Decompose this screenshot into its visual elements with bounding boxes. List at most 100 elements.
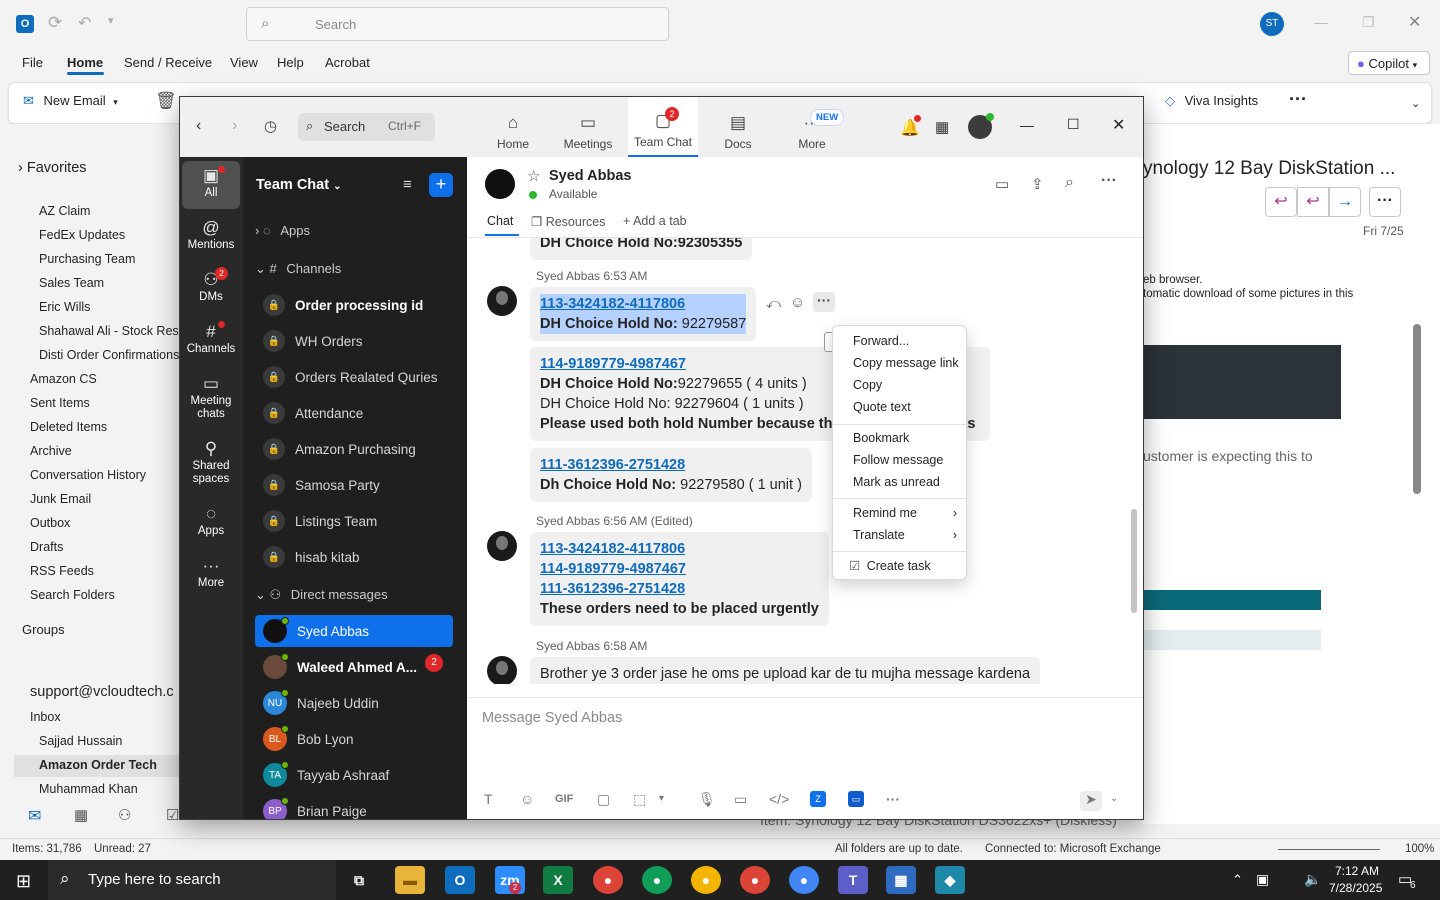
rail-dms[interactable]: ⚇ DMs: [182, 271, 240, 304]
menu-item-bookmark[interactable]: Bookmark: [853, 431, 909, 445]
rail-more[interactable]: ··· More: [182, 557, 240, 590]
chrome-icon[interactable]: ●: [789, 866, 819, 894]
new-chat-button[interactable]: +: [429, 173, 453, 197]
zoom-app-icon[interactable]: Z: [810, 791, 826, 807]
channel-item[interactable]: 🔒 Listings Team: [255, 505, 453, 537]
reply-button[interactable]: ↩: [1265, 187, 1297, 217]
inbox-subfolder-selected[interactable]: Amazon Order Tech: [14, 755, 180, 777]
folder-item[interactable]: Conversation History: [30, 468, 146, 488]
calendar-icon[interactable]: ▦: [935, 118, 949, 136]
forward-button[interactable]: →: [1329, 187, 1361, 217]
outlook-search-input[interactable]: ⌕ Search: [246, 7, 669, 41]
tab-docs[interactable]: ▤ Docs: [703, 97, 773, 157]
tray-network-icon[interactable]: ▣: [1256, 871, 1269, 888]
copilot-button[interactable]: ● Copilot ▾: [1348, 51, 1430, 75]
folder-item[interactable]: Purchasing Team: [39, 252, 135, 272]
menu-item-forward[interactable]: Forward...: [853, 334, 909, 348]
folder-item[interactable]: Sent Items: [30, 396, 90, 416]
folder-item[interactable]: Eric Wills: [39, 300, 90, 320]
menu-item-follow[interactable]: Follow message: [853, 453, 943, 467]
reading-scrollbar[interactable]: [1413, 324, 1421, 494]
collapse-ribbon-icon[interactable]: ⌄: [1411, 97, 1420, 110]
tab-more[interactable]: ···More: [777, 97, 847, 157]
folder-item[interactable]: AZ Claim: [39, 204, 90, 224]
folder-item[interactable]: Deleted Items: [30, 420, 107, 440]
reply-icon[interactable]: ⤺: [766, 295, 781, 312]
send-icon[interactable]: ➤: [1080, 791, 1102, 811]
folder-item[interactable]: Amazon CS: [30, 372, 97, 392]
tasks-nav-icon[interactable]: ☑: [166, 806, 179, 824]
chat-list-title[interactable]: Team Chat ⌄: [256, 177, 341, 193]
clock-time[interactable]: 7:12 AM: [1335, 864, 1379, 878]
menu-file[interactable]: File: [22, 55, 43, 75]
tab-meetings[interactable]: ▭ Meetings: [553, 97, 623, 157]
rail-meeting-chats[interactable]: ▭ Meeting chats: [182, 375, 240, 421]
dm-item-selected[interactable]: Syed Abbas: [255, 615, 453, 647]
clock-date[interactable]: 7/28/2025: [1329, 881, 1382, 895]
account-header[interactable]: support@vcloudtech.c: [30, 684, 174, 704]
groups-header[interactable]: Groups: [22, 622, 65, 642]
menu-item-copy-link[interactable]: Copy message link: [853, 356, 959, 370]
tab-team-chat[interactable]: ▢ Team Chat: [628, 97, 698, 157]
channel-item[interactable]: 🔒 Attendance: [255, 397, 453, 429]
rail-all[interactable]: ▣ All: [182, 161, 240, 209]
minimize-icon[interactable]: —: [1314, 14, 1328, 30]
back-icon[interactable]: ‹: [196, 117, 201, 135]
history-icon[interactable]: ◷: [264, 117, 277, 135]
minimize-icon[interactable]: —: [1020, 117, 1034, 133]
rail-apps[interactable]: ◌ Apps: [182, 505, 240, 538]
star-icon[interactable]: ☆: [527, 167, 540, 185]
tray-volume-icon[interactable]: 🔈: [1304, 871, 1321, 888]
folder-item[interactable]: Search Folders: [30, 588, 115, 608]
dm-item[interactable]: NU Najeeb Uddin: [255, 687, 453, 719]
folder-item[interactable]: Drafts: [30, 540, 63, 560]
teams-taskbar-icon[interactable]: T: [838, 866, 868, 894]
close-icon[interactable]: ✕: [1408, 12, 1421, 32]
message-bubble[interactable]: DH Choice Hold No:92305355: [530, 238, 753, 260]
folder-item[interactable]: RSS Feeds: [30, 564, 94, 584]
rail-shared-spaces[interactable]: ⚲ Shared spaces: [182, 440, 240, 486]
menu-help[interactable]: Help: [277, 55, 304, 75]
dm-section[interactable]: ⌄ ⚇ Direct messages: [255, 587, 388, 603]
message-compose-input[interactable]: Message Syed Abbas: [482, 710, 622, 726]
viva-insights-button[interactable]: ◇ Viva Insights: [1165, 93, 1258, 109]
share-screen-icon[interactable]: ⇪: [1031, 175, 1044, 193]
mail-nav-icon[interactable]: ✉: [28, 806, 41, 826]
restore-icon[interactable]: ❐: [1362, 14, 1375, 31]
menu-view[interactable]: View: [230, 55, 258, 75]
mic-icon[interactable]: 🎙: [698, 791, 716, 808]
video-message-icon[interactable]: ▭: [734, 791, 747, 808]
people-nav-icon[interactable]: ⚇: [118, 806, 131, 824]
more-icon[interactable]: ···: [1289, 89, 1307, 110]
chat-header-name[interactable]: Syed Abbas: [549, 168, 631, 184]
calculator-icon[interactable]: ▦: [886, 866, 916, 894]
account-avatar[interactable]: ST: [1260, 12, 1284, 36]
file-icon[interactable]: ▢: [597, 791, 610, 808]
chat-subtab-resources[interactable]: ❐ Resources: [531, 214, 605, 229]
message-bubble[interactable]: 113-3424182-4117806 114-9189779-4987467 …: [530, 532, 829, 626]
team-chat-search-input[interactable]: ⌕ Search Ctrl+F: [298, 113, 435, 141]
sync-icon[interactable]: ⟳: [48, 13, 62, 33]
sender-avatar[interactable]: [487, 531, 517, 561]
delete-icon[interactable]: 🗑: [155, 91, 177, 111]
compose-more-icon[interactable]: ···: [886, 791, 900, 807]
video-call-icon[interactable]: ▭: [995, 175, 1009, 193]
chat-more-icon[interactable]: ···: [1101, 172, 1117, 190]
inbox-folder[interactable]: Inbox: [30, 710, 61, 730]
menu-item-quote[interactable]: Quote text: [853, 400, 911, 414]
folder-item[interactable]: FedEx Updates: [39, 228, 125, 248]
rail-mentions[interactable]: @ Mentions: [182, 219, 240, 252]
sender-avatar[interactable]: [487, 656, 517, 684]
folder-item[interactable]: Junk Email: [30, 492, 91, 512]
dm-item[interactable]: TA Tayyab Ashraaf: [255, 759, 453, 791]
taskbar-search-input[interactable]: ⌕ Type here to search: [48, 860, 336, 900]
dm-item[interactable]: BP Brian Paige: [255, 795, 453, 819]
new-email-button[interactable]: ✉ New Email ▾: [23, 93, 118, 109]
more-actions-button[interactable]: ···: [1369, 187, 1401, 217]
search-icon[interactable]: ⌕: [1065, 174, 1074, 192]
order-link[interactable]: 111-3612396-2751428: [540, 581, 685, 597]
message-bubble[interactable]: Brother ye 3 order jase he oms pe upload…: [530, 657, 1041, 684]
dm-item[interactable]: BL Bob Lyon: [255, 723, 453, 755]
channel-item[interactable]: 🔒 Amazon Purchasing: [255, 433, 453, 465]
menu-item-copy[interactable]: Copy: [853, 378, 882, 392]
